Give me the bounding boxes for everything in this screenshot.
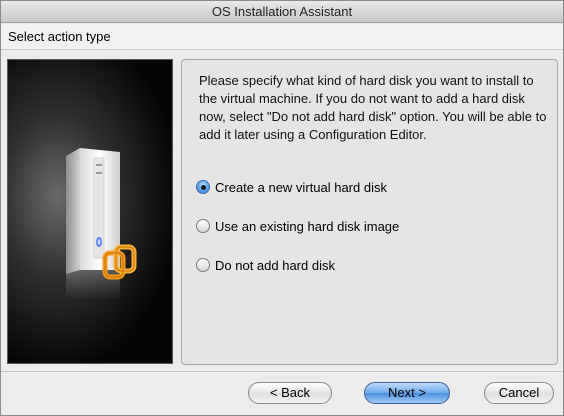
option-label: Use an existing hard disk image — [215, 218, 400, 234]
instruction-text: Please specify what kind of hard disk yo… — [199, 73, 547, 142]
cancel-button[interactable]: Cancel — [484, 382, 554, 404]
option-use-existing-disk[interactable]: Use an existing hard disk image — [196, 217, 399, 235]
radio-unselected-icon[interactable] — [196, 219, 210, 233]
radio-unselected-icon[interactable] — [196, 258, 210, 272]
next-button[interactable]: Next > — [364, 382, 450, 404]
installation-assistant-window: OS Installation Assistant Select action … — [0, 0, 564, 416]
window-title: OS Installation Assistant — [1, 1, 563, 23]
radio-selected-icon[interactable] — [196, 180, 210, 194]
option-no-disk[interactable]: Do not add hard disk — [196, 256, 335, 274]
option-label: Do not add hard disk — [215, 257, 335, 273]
footer-divider — [1, 371, 563, 372]
back-button[interactable]: < Back — [248, 382, 332, 404]
option-label: Create a new virtual hard disk — [215, 179, 387, 195]
computer-tower-illustration — [7, 59, 173, 364]
options-panel: Please specify what kind of hard disk yo… — [181, 59, 558, 365]
section-title: Select action type — [1, 24, 563, 50]
option-create-new-disk[interactable]: Create a new virtual hard disk — [196, 178, 387, 196]
